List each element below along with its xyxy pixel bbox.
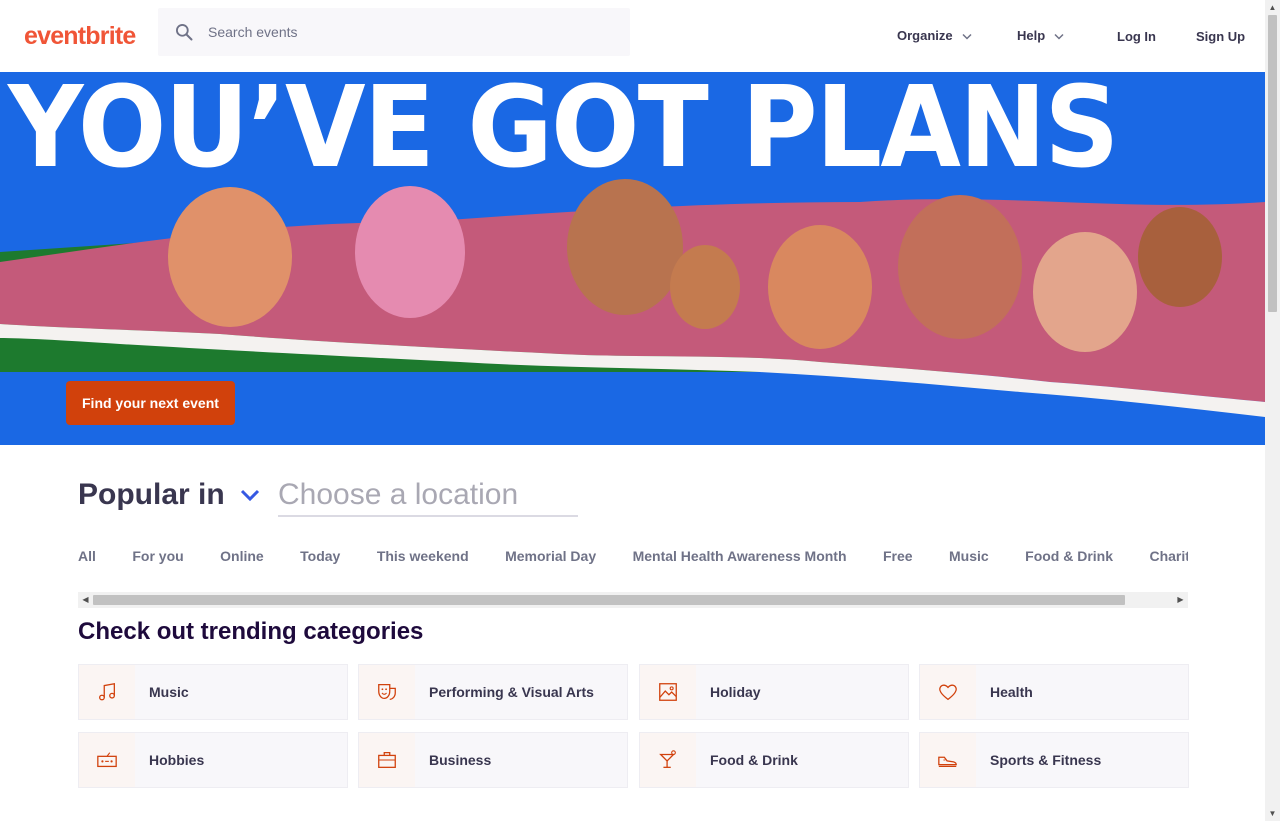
signup-link[interactable]: Sign Up	[1196, 29, 1245, 44]
hero-headline: YOU’VE GOT PLANS	[8, 72, 1119, 193]
hero-banner: YOU’VE GOT PLANS Find your next event	[0, 72, 1265, 445]
cocktail-icon	[640, 733, 696, 787]
tab-mental-health[interactable]: Mental Health Awareness Month	[633, 548, 847, 564]
help-menu[interactable]: Help	[1017, 28, 1065, 43]
find-next-event-button[interactable]: Find your next event	[66, 381, 235, 425]
category-label: Performing & Visual Arts	[429, 684, 594, 700]
tab-online[interactable]: Online	[220, 548, 264, 564]
sneaker-icon	[920, 733, 976, 787]
help-label: Help	[1017, 28, 1046, 43]
category-card-business[interactable]: Business	[358, 732, 628, 788]
tab-all[interactable]: All	[78, 548, 96, 564]
category-label: Hobbies	[149, 752, 205, 768]
category-card-hobbies[interactable]: Hobbies	[78, 732, 348, 788]
category-card-health[interactable]: Health	[919, 664, 1189, 720]
scroll-up-arrow-icon[interactable]: ▲	[1265, 0, 1280, 15]
category-label: Health	[990, 684, 1033, 700]
organize-menu[interactable]: Organize	[897, 28, 973, 43]
category-label: Business	[429, 752, 492, 768]
category-label: Food & Drink	[710, 752, 798, 768]
tabs-horizontal-scrollbar[interactable]: ◀ ▶	[78, 592, 1188, 608]
eventbrite-logo[interactable]: eventbrite	[24, 22, 136, 51]
login-link[interactable]: Log In	[1117, 29, 1156, 44]
page-vertical-scrollbar[interactable]: ▲ ▼	[1265, 0, 1280, 821]
scroll-left-arrow-icon[interactable]: ◀	[78, 592, 93, 608]
chevron-down-icon	[1054, 33, 1064, 40]
category-card-sports-fitness[interactable]: Sports & Fitness	[919, 732, 1189, 788]
category-card-holiday[interactable]: Holiday	[639, 664, 909, 720]
search-icon	[176, 24, 193, 41]
music-note-icon	[79, 665, 135, 719]
tab-food-drink[interactable]: Food & Drink	[1025, 548, 1113, 564]
tab-memorial-day[interactable]: Memorial Day	[505, 548, 596, 564]
trending-categories-title: Check out trending categories	[78, 618, 424, 645]
scroll-right-arrow-icon[interactable]: ▶	[1173, 592, 1188, 608]
tab-free[interactable]: Free	[883, 548, 913, 564]
category-label: Holiday	[710, 684, 761, 700]
location-input[interactable]	[278, 474, 578, 517]
category-label: Music	[149, 684, 189, 700]
category-card-performing-arts[interactable]: Performing & Visual Arts	[358, 664, 628, 720]
scroll-down-arrow-icon[interactable]: ▼	[1265, 806, 1280, 821]
theater-mask-icon	[359, 665, 415, 719]
popular-in-selector[interactable]: Popular in	[78, 478, 261, 512]
heart-icon	[920, 665, 976, 719]
tab-this-weekend[interactable]: This weekend	[377, 548, 469, 564]
tab-today[interactable]: Today	[300, 548, 340, 564]
organize-label: Organize	[897, 28, 953, 43]
category-tabs: All For you Online Today This weekend Me…	[78, 548, 1188, 568]
category-card-food-drink[interactable]: Food & Drink	[639, 732, 909, 788]
category-label: Sports & Fitness	[990, 752, 1102, 768]
top-header: eventbrite Organize Help Log In Sign Up	[0, 0, 1265, 72]
tab-for-you[interactable]: For you	[132, 548, 183, 564]
scrollbar-thumb[interactable]	[93, 595, 1125, 605]
popular-in-label: Popular in	[78, 478, 225, 511]
tab-charity-causes[interactable]: Charity & Causes	[1149, 548, 1188, 564]
picture-frame-icon	[640, 665, 696, 719]
search-input[interactable]	[208, 8, 608, 56]
chevron-down-icon	[962, 33, 972, 40]
briefcase-icon	[359, 733, 415, 787]
tab-music[interactable]: Music	[949, 548, 989, 564]
chevron-down-icon[interactable]	[239, 484, 261, 506]
category-card-music[interactable]: Music	[78, 664, 348, 720]
search-bar[interactable]	[158, 8, 630, 56]
scrollbar-thumb[interactable]	[1268, 15, 1277, 312]
radio-icon	[79, 733, 135, 787]
